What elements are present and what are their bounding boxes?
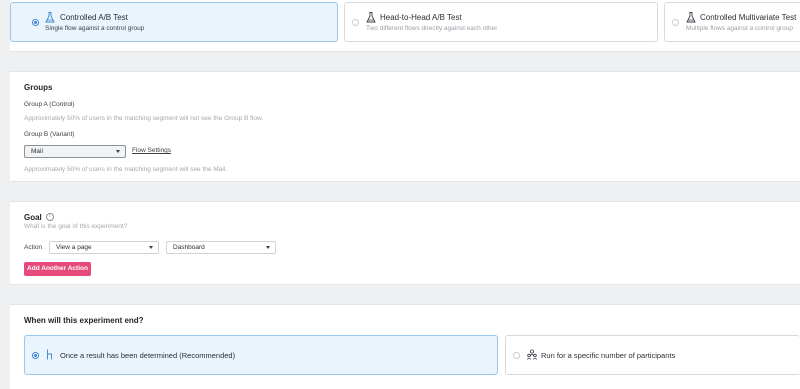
action-type-value: View a page (56, 244, 92, 251)
type-title: Controlled Multivariate Test (700, 13, 797, 22)
radio-multivariate[interactable] (672, 19, 679, 26)
end-option-label: Run for a specific number of participant… (541, 351, 676, 360)
end-condition-title: When will this experiment end? (24, 316, 144, 325)
groups-panel: Groups Group A (Control) Approximately 5… (10, 71, 800, 182)
type-title: Controlled A/B Test (60, 13, 128, 22)
end-option-participants[interactable]: Run for a specific number of participant… (505, 335, 800, 375)
groups-title: Groups (24, 83, 53, 92)
flow-settings-link[interactable]: Flow Settings (132, 147, 171, 154)
group-b-flow-value: Mail (31, 148, 43, 155)
radio-head-to-head[interactable] (352, 19, 359, 26)
goal-title: Goal (24, 213, 42, 222)
chevron-down-icon (116, 150, 120, 153)
chevron-down-icon (266, 246, 270, 249)
flask-icon (366, 12, 376, 23)
radio-end-participants[interactable] (513, 352, 520, 359)
add-another-action-button[interactable]: Add Another Action (24, 262, 91, 276)
type-card-controlled-ab[interactable]: Controlled A/B Test Single flow against … (10, 2, 338, 42)
action-type-select[interactable]: View a page (49, 241, 159, 254)
group-b-label: Group B (Variant) (24, 131, 75, 138)
type-card-head-to-head[interactable]: Head-to-Head A/B Test Two different flow… (344, 2, 658, 42)
radio-controlled-ab[interactable] (32, 19, 39, 26)
flask-icon (686, 12, 696, 23)
group-b-hint: Approximately 50% of users in the matchi… (24, 166, 228, 173)
experiment-type-panel: Controlled A/B Test Single flow against … (10, 0, 800, 52)
end-condition-panel: When will this experiment end? Once a re… (10, 304, 800, 389)
group-a-hint: Approximately 50% of users in the matchi… (24, 115, 264, 122)
radio-end-result[interactable] (32, 352, 39, 359)
chevron-down-icon (149, 246, 153, 249)
group-b-flow-select[interactable]: Mail (24, 145, 126, 158)
type-card-multivariate[interactable]: Controlled Multivariate Test Multiple fl… (664, 2, 800, 42)
action-label: Action (24, 244, 43, 251)
result-icon (47, 349, 52, 360)
group-a-label: Group A (Control) (24, 101, 75, 108)
info-icon[interactable]: i (46, 213, 54, 221)
end-option-result[interactable]: Once a result has been determined (Recom… (24, 335, 498, 375)
goal-panel: Goal i What is the goal of this experime… (10, 201, 800, 285)
goal-subtitle: What is the goal of this experiment? (24, 223, 128, 230)
type-subtitle: Two different flows directly against eac… (366, 25, 498, 32)
participants-icon (527, 349, 537, 360)
end-option-label: Once a result has been determined (Recom… (60, 351, 236, 360)
page-select[interactable]: Dashboard (166, 241, 276, 254)
flask-icon (45, 12, 55, 23)
type-subtitle: Single flow against a control group (45, 25, 145, 32)
page-value: Dashboard (173, 244, 205, 251)
type-subtitle: Multiple flows against a control group (686, 25, 793, 32)
type-title: Head-to-Head A/B Test (380, 13, 462, 22)
